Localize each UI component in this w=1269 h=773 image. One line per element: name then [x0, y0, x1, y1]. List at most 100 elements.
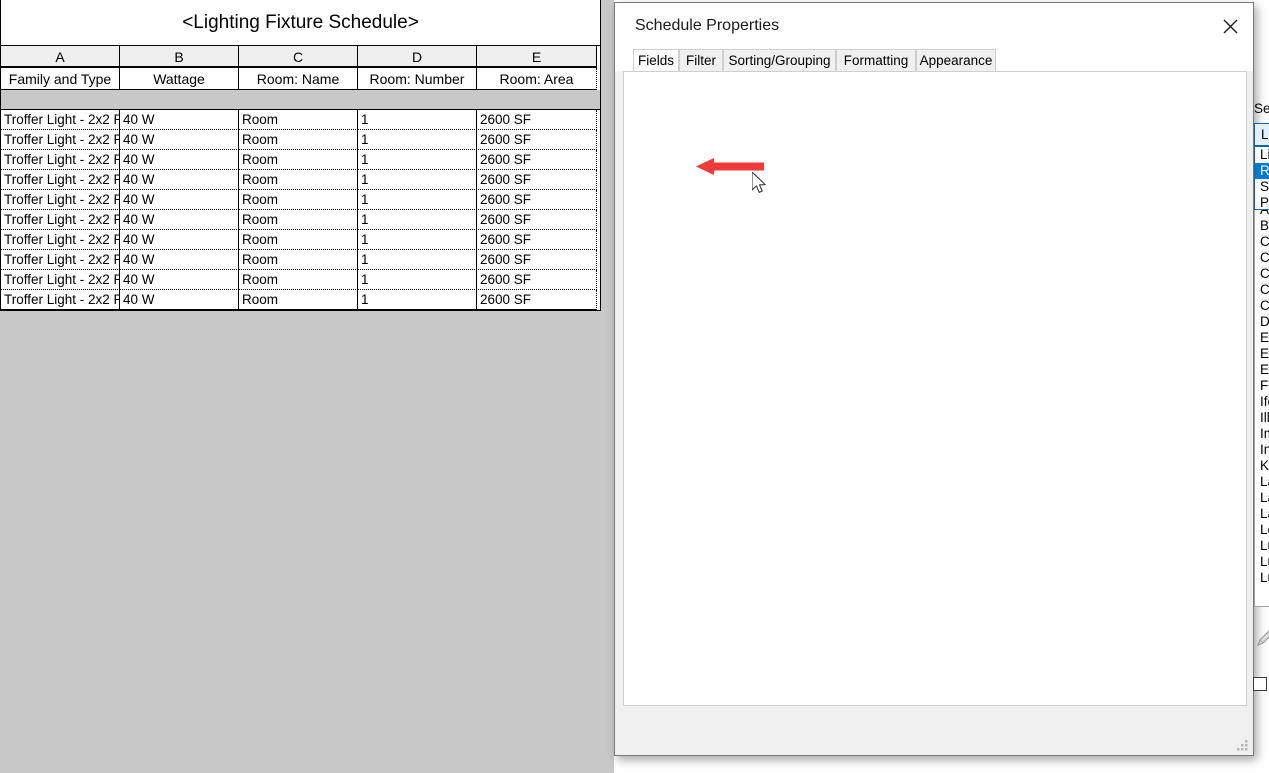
resize-grip[interactable]: [1237, 739, 1249, 751]
schedule-column-header[interactable]: Room: Area: [476, 68, 597, 90]
schedule-cell[interactable]: Troffer Light - 2x2 P: [0, 290, 120, 310]
schedule-cell[interactable]: Troffer Light - 2x2 P: [0, 110, 120, 130]
schedule-cell[interactable]: Room: [238, 250, 358, 270]
available-field-item[interactable]: Cost: [1255, 282, 1269, 298]
schedule-cell[interactable]: 1: [357, 130, 477, 150]
schedule-cell[interactable]: Troffer Light - 2x2 P: [0, 170, 120, 190]
available-field-item[interactable]: Lamp Tilt Loss: [1255, 506, 1269, 522]
available-field-item[interactable]: Level: [1255, 522, 1269, 538]
available-field-item[interactable]: Count: [1255, 298, 1269, 314]
schedule-cell[interactable]: Room: [238, 210, 358, 230]
schedule-cell[interactable]: Troffer Light - 2x2 P: [0, 130, 120, 150]
available-field-item[interactable]: Ballast Loss: [1255, 218, 1269, 234]
available-field-item[interactable]: Circuit Number: [1255, 234, 1269, 250]
available-fields-source-combo[interactable]: Lighting Fixtures: [1254, 123, 1269, 146]
tab-appearance[interactable]: Appearance: [916, 49, 996, 71]
schedule-column-letter[interactable]: E: [476, 46, 597, 68]
schedule-cell[interactable]: Troffer Light - 2x2 P: [0, 190, 120, 210]
schedule-cell[interactable]: 1: [357, 270, 477, 290]
tab-sorting-grouping[interactable]: Sorting/Grouping: [723, 49, 836, 71]
available-field-item[interactable]: Comments: [1255, 266, 1269, 282]
schedule-cell[interactable]: 40 W: [119, 290, 239, 310]
available-field-item[interactable]: Lamp Lumen Depreciation: [1255, 490, 1269, 506]
schedule-cell[interactable]: 2600 SF: [476, 230, 597, 250]
schedule-column-letter[interactable]: B: [119, 46, 239, 68]
schedule-cell[interactable]: 2600 SF: [476, 270, 597, 290]
available-fields-source-dropdown[interactable]: Lighting FixturesRoomSpaceProject Inform…: [1254, 146, 1269, 210]
schedule-cell[interactable]: 1: [357, 230, 477, 250]
schedule-cell[interactable]: Troffer Light - 2x2 P: [0, 210, 120, 230]
tab-formatting[interactable]: Formatting: [836, 49, 916, 71]
include-elements-in-links-checkbox[interactable]: Include elements in links: [1253, 676, 1269, 691]
schedule-cell[interactable]: 1: [357, 210, 477, 230]
schedule-cell[interactable]: 40 W: [119, 210, 239, 230]
schedule-cell[interactable]: 1: [357, 110, 477, 130]
schedule-cell[interactable]: 2600 SF: [476, 130, 597, 150]
schedule-cell[interactable]: Troffer Light - 2x2 P: [0, 250, 120, 270]
schedule-cell[interactable]: 2600 SF: [476, 170, 597, 190]
schedule-cell[interactable]: 1: [357, 250, 477, 270]
schedule-row[interactable]: Troffer Light - 2x2 P 40 W Room 1 2600 SF: [0, 290, 600, 310]
available-field-item[interactable]: Illuminance: [1255, 410, 1269, 426]
available-field-item[interactable]: Keynote: [1255, 458, 1269, 474]
schedule-cell[interactable]: 2600 SF: [476, 190, 597, 210]
schedule-column-header[interactable]: Room: Number: [357, 68, 477, 90]
available-field-item[interactable]: Initial Color Temperature: [1255, 442, 1269, 458]
available-field-item[interactable]: Luminous Intensity: [1255, 570, 1269, 586]
schedule-cell[interactable]: 1: [357, 150, 477, 170]
available-field-item[interactable]: Luminous Flux: [1255, 554, 1269, 570]
schedule-cell[interactable]: 40 W: [119, 190, 239, 210]
schedule-cell[interactable]: 1: [357, 290, 477, 310]
schedule-cell[interactable]: 40 W: [119, 250, 239, 270]
schedule-row[interactable]: Troffer Light - 2x2 P 40 W Room 1 2600 SF: [0, 250, 600, 270]
schedule-cell[interactable]: 2600 SF: [476, 210, 597, 230]
schedule-column-letter[interactable]: C: [238, 46, 358, 68]
schedule-cell[interactable]: Room: [238, 230, 358, 250]
schedule-column-header[interactable]: Family and Type: [0, 68, 120, 90]
schedule-cell[interactable]: 2600 SF: [476, 110, 597, 130]
schedule-cell[interactable]: 40 W: [119, 270, 239, 290]
dropdown-option[interactable]: Room: [1255, 163, 1269, 179]
schedule-row[interactable]: Troffer Light - 2x2 P 40 W Room 1 2600 SF: [0, 190, 600, 210]
available-field-item[interactable]: Elevation from Level: [1255, 362, 1269, 378]
schedule-cell[interactable]: 40 W: [119, 110, 239, 130]
available-field-item[interactable]: Coefficient of Utilization: [1255, 250, 1269, 266]
schedule-cell[interactable]: Room: [238, 270, 358, 290]
schedule-row[interactable]: Troffer Light - 2x2 P 40 W Room 1 2600 SF: [0, 210, 600, 230]
schedule-cell[interactable]: 2600 SF: [476, 290, 597, 310]
schedule-cell[interactable]: Room: [238, 110, 358, 130]
schedule-column-letter[interactable]: A: [0, 46, 120, 68]
dropdown-option[interactable]: Lighting Fixtures: [1255, 147, 1269, 163]
dropdown-option[interactable]: Space: [1255, 179, 1269, 195]
available-field-item[interactable]: Image: [1255, 426, 1269, 442]
schedule-cell[interactable]: 2600 SF: [476, 250, 597, 270]
schedule-cell[interactable]: 40 W: [119, 130, 239, 150]
available-field-item[interactable]: Description: [1255, 314, 1269, 330]
schedule-cell[interactable]: Room: [238, 130, 358, 150]
available-field-item[interactable]: Family: [1255, 378, 1269, 394]
schedule-row[interactable]: Troffer Light - 2x2 P 40 W Room 1 2600 SF: [0, 130, 600, 150]
close-icon[interactable]: [1215, 11, 1245, 41]
available-field-item[interactable]: Electrical Data: [1255, 346, 1269, 362]
schedule-row[interactable]: Troffer Light - 2x2 P 40 W Room 1 2600 SF: [0, 230, 600, 250]
schedule-cell[interactable]: 40 W: [119, 230, 239, 250]
schedule-cell[interactable]: 2600 SF: [476, 150, 597, 170]
tab-filter[interactable]: Filter: [679, 49, 723, 71]
available-field-item[interactable]: IfcGUID: [1255, 394, 1269, 410]
schedule-cell[interactable]: Troffer Light - 2x2 P: [0, 150, 120, 170]
schedule-cell[interactable]: Room: [238, 150, 358, 170]
available-field-item[interactable]: Efficacy: [1255, 330, 1269, 346]
schedule-row[interactable]: Troffer Light - 2x2 P 40 W Room 1 2600 SF: [0, 110, 600, 130]
schedule-cell[interactable]: 1: [357, 170, 477, 190]
dropdown-option[interactable]: Project Information: [1255, 195, 1269, 211]
schedule-cell[interactable]: 40 W: [119, 170, 239, 190]
schedule-column-header[interactable]: Room: Name: [238, 68, 358, 90]
schedule-column-letter[interactable]: D: [357, 46, 477, 68]
available-field-item[interactable]: Lamp: [1255, 474, 1269, 490]
schedule-cell[interactable]: Room: [238, 170, 358, 190]
schedule-cell[interactable]: Troffer Light - 2x2 P: [0, 270, 120, 290]
checkbox-box[interactable]: [1253, 676, 1267, 691]
available-field-item[interactable]: Luminaire Dirt Depreciation: [1255, 538, 1269, 554]
schedule-column-header[interactable]: Wattage: [119, 68, 239, 90]
schedule-row[interactable]: Troffer Light - 2x2 P 40 W Room 1 2600 SF: [0, 150, 600, 170]
